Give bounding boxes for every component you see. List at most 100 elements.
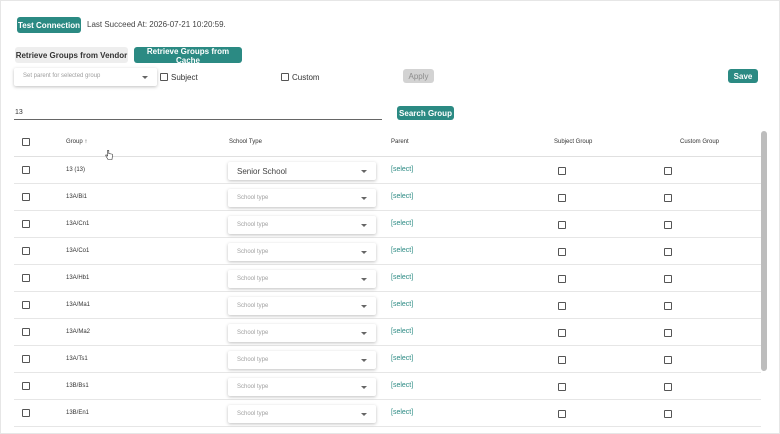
school-type-select[interactable]: School type xyxy=(228,297,376,315)
school-type-select[interactable]: School type xyxy=(228,243,376,261)
table-row: 13B/Bs1 School type [select] xyxy=(14,373,761,400)
school-type-select[interactable]: School type xyxy=(228,351,376,369)
parent-select-link[interactable]: [select] xyxy=(391,247,413,254)
custom-group-checkbox[interactable] xyxy=(664,302,672,310)
subject-group-checkbox[interactable] xyxy=(558,275,566,283)
chevron-down-icon xyxy=(361,359,367,362)
row-select-checkbox[interactable] xyxy=(22,382,30,390)
column-header-school-type: School Type xyxy=(229,139,262,145)
subject-checkbox[interactable] xyxy=(160,73,168,81)
school-type-placeholder: School type xyxy=(237,330,269,336)
custom-checkbox[interactable] xyxy=(281,73,289,81)
table-row: 13A/Ts1 School type [select] xyxy=(14,346,761,373)
column-header-subject-group: Subject Group xyxy=(554,139,593,145)
subject-group-checkbox[interactable] xyxy=(558,221,566,229)
save-button[interactable]: Save xyxy=(728,69,758,83)
parent-select-link[interactable]: [select] xyxy=(391,328,413,335)
subject-group-checkbox[interactable] xyxy=(558,356,566,364)
row-select-checkbox[interactable] xyxy=(22,220,30,228)
parent-select-link[interactable]: [select] xyxy=(391,301,413,308)
group-name: 13B/En1 xyxy=(66,410,90,416)
school-type-select[interactable]: School type xyxy=(228,270,376,288)
column-header-group[interactable]: Group ↑ xyxy=(66,139,87,145)
subject-group-checkbox[interactable] xyxy=(558,194,566,202)
custom-group-checkbox[interactable] xyxy=(664,248,672,256)
subject-group-checkbox[interactable] xyxy=(558,383,566,391)
hand-cursor-icon xyxy=(105,150,113,160)
row-select-checkbox[interactable] xyxy=(22,274,30,282)
table-row: 13A/Ma2 School type [select] xyxy=(14,319,761,346)
table-scrollbar[interactable] xyxy=(761,131,767,371)
row-select-checkbox[interactable] xyxy=(22,328,30,336)
school-type-placeholder: School type xyxy=(237,303,269,309)
school-type-placeholder: School type xyxy=(237,195,269,201)
group-name: 13A/Ma1 xyxy=(66,302,91,308)
parent-select[interactable]: Set parent for selected group xyxy=(14,68,157,86)
parent-select-link[interactable]: [select] xyxy=(391,166,413,173)
select-all-checkbox[interactable] xyxy=(22,138,30,146)
apply-button[interactable]: Apply xyxy=(403,69,434,83)
school-type-select[interactable]: School type xyxy=(228,378,376,396)
search-group-button[interactable]: Search Group xyxy=(397,106,454,120)
row-select-checkbox[interactable] xyxy=(22,301,30,309)
custom-group-checkbox[interactable] xyxy=(664,194,672,202)
custom-group-checkbox[interactable] xyxy=(664,356,672,364)
parent-select-placeholder: Set parent for selected group xyxy=(23,73,101,79)
school-type-select[interactable]: School type xyxy=(228,189,376,207)
custom-group-checkbox[interactable] xyxy=(664,167,672,175)
row-select-checkbox[interactable] xyxy=(22,193,30,201)
chevron-down-icon xyxy=(361,386,367,389)
subject-group-checkbox[interactable] xyxy=(558,248,566,256)
group-name: 13A/Hb1 xyxy=(66,275,90,281)
group-name: 13A/Ts1 xyxy=(66,356,88,362)
subject-group-checkbox[interactable] xyxy=(558,410,566,418)
custom-group-checkbox[interactable] xyxy=(664,275,672,283)
last-succeed-text: Last Succeed At: 2026-07-21 10:20:59. xyxy=(87,20,226,29)
chevron-down-icon xyxy=(361,278,367,281)
column-header-parent: Parent xyxy=(391,139,409,145)
row-select-checkbox[interactable] xyxy=(22,166,30,174)
row-select-checkbox[interactable] xyxy=(22,409,30,417)
custom-group-checkbox[interactable] xyxy=(664,383,672,391)
search-input[interactable] xyxy=(14,105,382,119)
school-type-select[interactable]: School type xyxy=(228,324,376,342)
school-type-select[interactable]: Senior School xyxy=(228,162,376,180)
parent-select-link[interactable]: [select] xyxy=(391,409,413,416)
parent-select-link[interactable]: [select] xyxy=(391,355,413,362)
row-select-checkbox[interactable] xyxy=(22,247,30,255)
school-type-placeholder: School type xyxy=(237,357,269,363)
custom-group-checkbox[interactable] xyxy=(664,329,672,337)
row-select-checkbox[interactable] xyxy=(22,355,30,363)
custom-group-checkbox[interactable] xyxy=(664,221,672,229)
group-name: 13A/Cn1 xyxy=(66,221,90,227)
group-name: 13A/Ma2 xyxy=(66,329,91,335)
retrieve-groups-vendor-button[interactable]: Retrieve Groups from Vendor xyxy=(15,47,128,63)
table-row: 13A/Cn1 School type [select] xyxy=(14,211,761,238)
parent-select-link[interactable]: [select] xyxy=(391,274,413,281)
custom-group-checkbox[interactable] xyxy=(664,410,672,418)
parent-select-link[interactable]: [select] xyxy=(391,382,413,389)
table-row: 13A/Ma1 School type [select] xyxy=(14,292,761,319)
chevron-down-icon xyxy=(142,76,148,79)
column-header-custom-group: Custom Group xyxy=(680,139,720,145)
group-name: 13A/Bi1 xyxy=(66,194,88,200)
subject-group-checkbox[interactable] xyxy=(558,167,566,175)
group-name: 13B/Bs1 xyxy=(66,383,89,389)
chevron-down-icon xyxy=(361,305,367,308)
subject-group-checkbox[interactable] xyxy=(558,302,566,310)
school-type-select[interactable]: School type xyxy=(228,405,376,423)
chevron-down-icon xyxy=(361,197,367,200)
parent-select-link[interactable]: [select] xyxy=(391,193,413,200)
custom-label: Custom xyxy=(292,73,320,82)
search-field[interactable] xyxy=(14,105,382,120)
subject-group-checkbox[interactable] xyxy=(558,329,566,337)
group-name: 13 (13) xyxy=(66,167,86,173)
groups-table: Group ↑ School Type Parent Subject Group… xyxy=(14,129,761,434)
school-type-select[interactable]: School type xyxy=(228,216,376,234)
school-type-value: Senior School xyxy=(237,167,287,176)
table-row: 13 (13) Senior School [select] xyxy=(14,157,761,184)
test-connection-button[interactable]: Test Connection xyxy=(17,17,81,33)
table-row: 13A/Co1 School type [select] xyxy=(14,238,761,265)
parent-select-link[interactable]: [select] xyxy=(391,220,413,227)
retrieve-groups-cache-button[interactable]: Retrieve Groups from Cache xyxy=(134,47,242,65)
